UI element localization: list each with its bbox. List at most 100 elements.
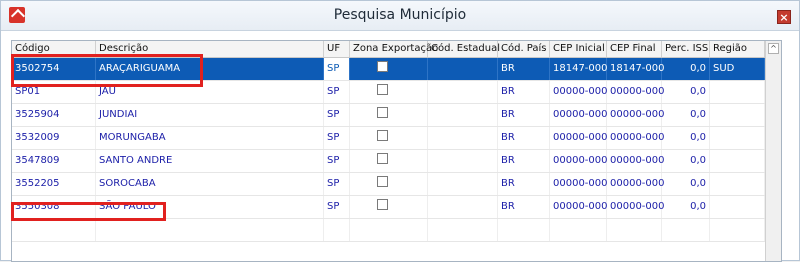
cell-empty xyxy=(607,219,662,241)
cell-uf: SP xyxy=(324,127,350,149)
cell-cep-final: 00000-000 xyxy=(607,81,665,103)
empty-row xyxy=(12,219,765,242)
cell-cep-final: 00000-000 xyxy=(607,104,665,126)
cell-cep-final: 00000-000 xyxy=(607,196,665,218)
column-header-codigo[interactable]: Código xyxy=(12,41,96,57)
cell-cod-pais: BR xyxy=(498,104,550,126)
zona-exportacao-checkbox[interactable] xyxy=(377,84,388,95)
column-header-cod-pais[interactable]: Cód. País xyxy=(498,41,550,57)
cell-descricao: SOROCABA xyxy=(96,173,324,195)
table-row[interactable]: 3502754 ARAÇARIGUAMA SP BR 18147-000 181… xyxy=(12,58,765,81)
cell-zona-exportacao xyxy=(350,104,428,126)
zona-exportacao-checkbox[interactable] xyxy=(377,153,388,164)
cell-descricao: SÃO PAULO xyxy=(96,196,324,218)
cell-zona-exportacao xyxy=(350,58,428,80)
cell-codigo: 3502754 xyxy=(12,58,96,80)
column-header-uf[interactable]: UF xyxy=(324,41,350,57)
table-row[interactable]: 3547809 SANTO ANDRE SP BR 00000-000 0000… xyxy=(12,150,765,173)
column-header-perc-iss[interactable]: Perc. ISS xyxy=(662,41,710,57)
cell-cod-estadual xyxy=(428,196,498,218)
cell-cep-inicial: 00000-000 xyxy=(550,127,608,149)
cell-cep-inicial: 00000-000 xyxy=(550,196,608,218)
cell-uf: SP xyxy=(324,196,350,218)
cell-zona-exportacao xyxy=(350,81,428,103)
cell-codigo: 3547809 xyxy=(12,150,96,172)
cell-descricao: JAÚ xyxy=(96,81,324,103)
zona-exportacao-checkbox[interactable] xyxy=(377,107,388,118)
cell-cep-final: 18147-000 xyxy=(607,58,665,80)
cell-cep-inicial: 00000-000 xyxy=(550,150,608,172)
cell-descricao: SANTO ANDRE xyxy=(96,150,324,172)
cell-regiao xyxy=(710,81,765,103)
cell-descricao: JUNDIAI xyxy=(96,104,324,126)
table-row[interactable]: SP01 JAÚ SP BR 00000-000 00000-000 0,0 xyxy=(12,81,765,104)
cell-cod-pais: BR xyxy=(498,150,550,172)
cell-cod-estadual xyxy=(428,150,498,172)
cell-cod-estadual xyxy=(428,104,498,126)
table-row[interactable]: 3550308 SÃO PAULO SP BR 00000-000 00000-… xyxy=(12,196,765,219)
cell-codigo: 3525904 xyxy=(12,104,96,126)
window-title: Pesquisa Município xyxy=(333,7,467,23)
cell-codigo: 3532009 xyxy=(12,127,96,149)
cell-uf: SP xyxy=(324,58,350,80)
cell-empty xyxy=(498,219,550,241)
cell-empty xyxy=(428,219,498,241)
cell-zona-exportacao xyxy=(350,127,428,149)
cell-regiao xyxy=(710,127,765,149)
column-header-cep-final[interactable]: CEP Final xyxy=(607,41,662,57)
cell-descricao: MORUNGABA xyxy=(96,127,324,149)
table-row[interactable]: 3525904 JUNDIAI SP BR 00000-000 00000-00… xyxy=(12,104,765,127)
cell-codigo: 3552205 xyxy=(12,173,96,195)
cell-cod-pais: BR xyxy=(498,58,550,80)
zona-exportacao-checkbox[interactable] xyxy=(377,130,388,141)
cell-perc-iss: 0,0 xyxy=(662,150,710,172)
zona-exportacao-checkbox[interactable] xyxy=(377,176,388,187)
cell-empty xyxy=(550,219,607,241)
cell-empty xyxy=(710,219,765,241)
cell-codigo: 3550308 xyxy=(12,196,96,218)
cell-perc-iss: 0,0 xyxy=(662,196,710,218)
close-button[interactable]: × xyxy=(777,10,791,24)
scroll-up-arrow-icon[interactable]: ^ xyxy=(768,43,779,54)
cell-zona-exportacao xyxy=(350,196,428,218)
column-header-zona-exportacao[interactable]: Zona Exportação xyxy=(350,41,438,57)
cell-perc-iss: 0,0 xyxy=(662,81,710,103)
search-municipality-window: Pesquisa Município × Código Descrição UF… xyxy=(0,0,800,262)
cell-cod-pais: BR xyxy=(498,196,550,218)
cell-regiao xyxy=(710,173,765,195)
cell-empty xyxy=(662,219,710,241)
cell-cep-final: 00000-000 xyxy=(607,127,665,149)
column-header-descricao[interactable]: Descrição xyxy=(96,41,324,57)
table-row[interactable]: 3552205 SOROCABA SP BR 00000-000 00000-0… xyxy=(12,173,765,196)
cell-empty xyxy=(12,219,96,241)
cell-cod-estadual xyxy=(428,81,498,103)
cell-empty xyxy=(96,219,324,241)
cell-cod-pais: BR xyxy=(498,173,550,195)
title-bar: Pesquisa Município × xyxy=(1,1,799,31)
table-row[interactable]: 3532009 MORUNGABA SP BR 00000-000 00000-… xyxy=(12,127,765,150)
cell-zona-exportacao xyxy=(350,150,428,172)
cell-cep-inicial: 00000-000 xyxy=(550,81,608,103)
cell-regiao xyxy=(710,104,765,126)
cell-perc-iss: 0,0 xyxy=(662,58,710,80)
column-header-regiao[interactable]: Região xyxy=(710,41,765,57)
cell-cod-pais: BR xyxy=(498,127,550,149)
cell-descricao: ARAÇARIGUAMA xyxy=(96,58,324,80)
cell-cep-inicial: 00000-000 xyxy=(550,173,608,195)
cell-regiao xyxy=(710,150,765,172)
zona-exportacao-checkbox[interactable] xyxy=(377,61,388,72)
column-header-cod-estadual[interactable]: Cód. Estadual xyxy=(428,41,500,57)
column-header-cep-inicial[interactable]: CEP Inicial xyxy=(550,41,607,57)
cell-perc-iss: 0,0 xyxy=(662,173,710,195)
cell-uf: SP xyxy=(324,150,350,172)
cell-codigo: SP01 xyxy=(12,81,96,103)
zona-exportacao-checkbox[interactable] xyxy=(377,199,388,210)
municipality-grid[interactable]: Código Descrição UF Zona Exportação Cód.… xyxy=(11,40,782,262)
cell-regiao xyxy=(710,196,765,218)
vertical-scrollbar[interactable]: ^ xyxy=(765,41,781,261)
cell-cep-final: 00000-000 xyxy=(607,150,665,172)
cell-perc-iss: 0,0 xyxy=(662,104,710,126)
cell-empty xyxy=(350,219,428,241)
cell-perc-iss: 0,0 xyxy=(662,127,710,149)
cell-cod-pais: BR xyxy=(498,81,550,103)
